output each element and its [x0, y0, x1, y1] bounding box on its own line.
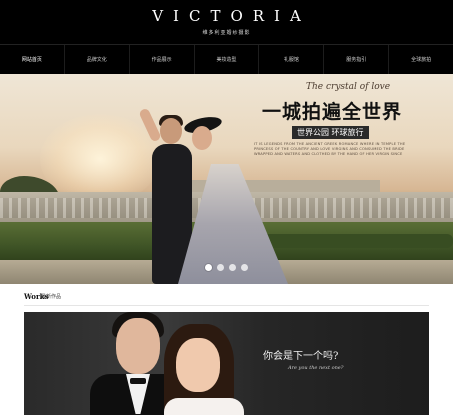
banner-sub-slogan: 世界公园 环球旅行 — [292, 126, 369, 139]
works-groom-bowtie — [130, 378, 146, 384]
nav-item-gowns[interactable]: 礼服馆 — [259, 44, 325, 75]
works-bride-dress — [164, 398, 244, 415]
banner-description: IT IS LEGENDS FROM THE ANCIENT GREEK ROM… — [254, 142, 406, 156]
nav-item-global-travel[interactable]: 全球旅拍 — [389, 45, 453, 75]
groom-head — [160, 118, 182, 144]
banner-script-title: The crystal of love — [306, 82, 391, 92]
works-question-en: Are you the next one? — [288, 365, 344, 371]
site-logo[interactable]: VICTORIA — [0, 7, 453, 25]
nav-item-brand-culture[interactable]: 品牌文化 — [65, 44, 130, 75]
nav-item-makeup[interactable]: 美妆造型 — [195, 44, 260, 75]
works-bride-face — [176, 338, 220, 392]
slider-dot-3[interactable] — [229, 264, 236, 271]
slider-dot-1[interactable] — [205, 264, 212, 271]
slider-dot-2[interactable] — [217, 264, 224, 271]
slider-dots — [0, 264, 453, 271]
banner-main-slogan: 一城拍遍全世界 — [262, 101, 403, 123]
slider-dot-4[interactable] — [241, 264, 248, 271]
works-featured-photo[interactable] — [24, 312, 429, 415]
works-groom-head — [116, 318, 160, 374]
works-title-cn: 最新作品 — [41, 294, 62, 300]
nav-item-works[interactable]: 作品展示 — [130, 44, 195, 75]
banner-couple-photo — [130, 104, 300, 284]
site-logo-subtitle: 维多利亚婚纱摄影 — [202, 30, 251, 36]
nav-item-service-guide[interactable]: 服务指引 — [324, 44, 390, 75]
nav-item-home[interactable]: 网站首页 — [0, 44, 65, 75]
works-question-cn: 你会是下一个吗? — [263, 351, 339, 362]
main-nav: 网站首页 品牌文化 作品展示 美妆造型 礼服馆 服务指引 全球旅拍 — [0, 44, 453, 75]
bride-arm — [138, 107, 162, 143]
bride-head — [192, 126, 212, 150]
works-section-header: Works 最新作品 — [24, 292, 429, 306]
site-header: VICTORIA 维多利亚婚纱摄影 — [0, 0, 453, 44]
